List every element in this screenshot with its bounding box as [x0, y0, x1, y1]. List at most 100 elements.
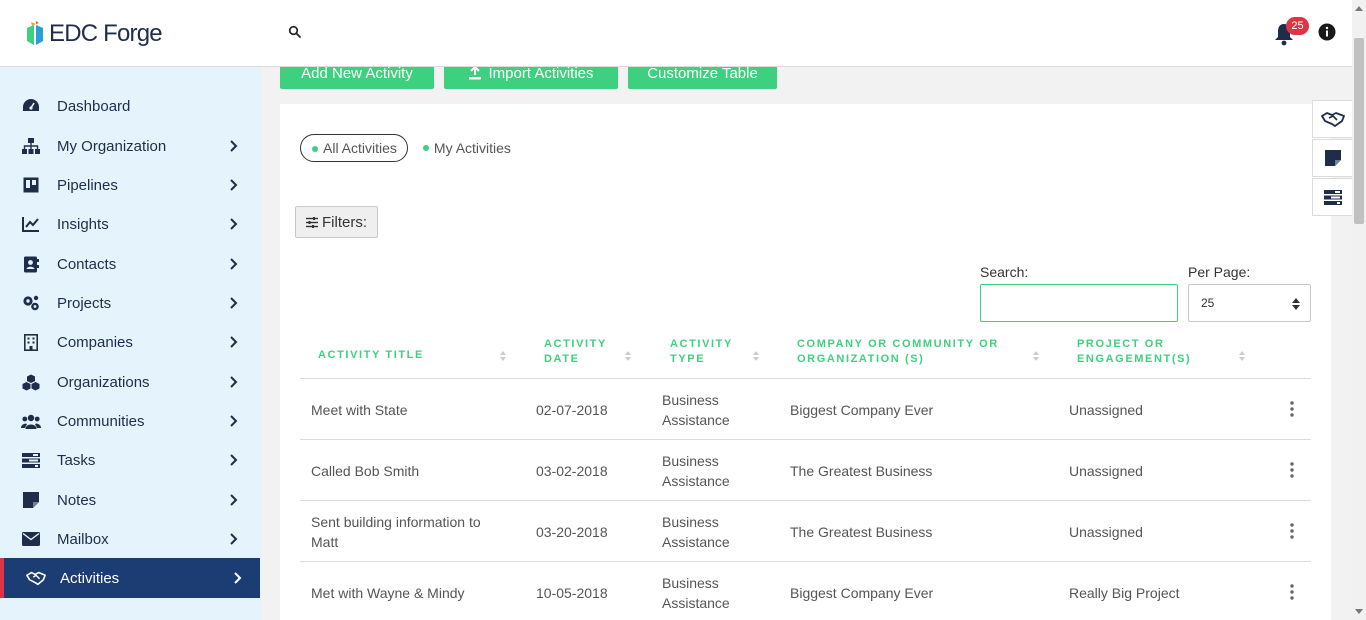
table-row[interactable]: Sent building information to Matt 03-20-… [300, 501, 1311, 562]
row-actions-icon[interactable] [1289, 523, 1295, 539]
activity-date-cell: 10-05-2018 [536, 584, 608, 601]
sidebar-item-pipelines[interactable]: Pipelines [0, 165, 260, 205]
activity-title-cell[interactable]: Sent building information to Matt [311, 501, 511, 562]
project-cell: Unassigned [1069, 523, 1143, 540]
company-cell[interactable]: Biggest Company Ever [790, 562, 933, 620]
sitemap-icon [21, 136, 41, 156]
sidebar-item-label: Notes [57, 491, 97, 509]
activities-table: Activity Title Activity Date Activity Ty… [300, 332, 1311, 620]
sidebar-item-notes[interactable]: Notes [0, 480, 260, 520]
customize-table-button[interactable]: Customize Table [628, 67, 777, 89]
import-activities-button[interactable]: Import Activities [444, 67, 618, 89]
handshake-icon [1320, 112, 1345, 127]
column-header-activity-type[interactable]: Activity Type [670, 337, 740, 367]
customize-table-label: Customize Table [647, 67, 758, 82]
sidebar-item-projects[interactable]: Projects [0, 283, 260, 323]
company-cell[interactable]: The Greatest Business [790, 440, 932, 501]
line-chart-icon [21, 214, 41, 234]
scroll-up-arrow-icon[interactable] [1355, 5, 1363, 11]
sidebar-item-mailbox[interactable]: Mailbox [0, 519, 260, 559]
scroll-down-arrow-icon[interactable] [1355, 609, 1363, 615]
sidebar-nav: Dashboard My Organization Pipelines Insi… [0, 67, 262, 620]
column-header-activity-title[interactable]: Activity Title [318, 348, 424, 363]
sidebar-item-tasks[interactable]: Tasks [0, 440, 260, 480]
table-row[interactable]: Met with Wayne & Mindy 10-05-2018 Busine… [300, 562, 1311, 620]
sidebar-item-insights[interactable]: Insights [0, 204, 260, 244]
company-cell[interactable]: The Greatest Business [790, 501, 932, 562]
app-logo-text: EDC Forge [49, 20, 163, 47]
company-cell[interactable]: Biggest Company Ever [790, 379, 933, 440]
activity-title-cell[interactable]: Meet with State [311, 379, 511, 440]
chevron-right-icon [230, 533, 238, 545]
sort-icon[interactable] [1239, 351, 1245, 361]
sort-icon[interactable] [500, 351, 506, 361]
add-activity-label: Add New Activity [301, 67, 413, 82]
sidebar-item-label: Organizations [57, 373, 150, 391]
notification-count-badge[interactable]: 25 [1286, 17, 1309, 35]
chevron-right-icon [230, 415, 238, 427]
quick-task-button[interactable] [1312, 178, 1352, 216]
sidebar-item-my-organization[interactable]: My Organization [0, 126, 260, 166]
sidebar-item-label: Projects [57, 294, 112, 312]
sort-icon[interactable] [753, 351, 759, 361]
chevron-right-icon [230, 297, 238, 309]
chevron-right-icon [230, 494, 238, 506]
search-icon[interactable] [288, 25, 302, 39]
per-page-label: Per Page: [1188, 264, 1251, 280]
sort-icon[interactable] [625, 351, 631, 361]
sidebar-item-label: Insights [57, 215, 109, 233]
activity-type-cell: Business Assistance [662, 574, 730, 611]
sidebar-item-label: Mailbox [57, 530, 109, 548]
quick-note-button[interactable] [1312, 139, 1352, 177]
table-row[interactable]: Meet with State 02-07-2018 Business Assi… [300, 379, 1311, 440]
table-search-input[interactable] [980, 284, 1178, 322]
add-activity-button[interactable]: Add New Activity [280, 67, 434, 89]
row-actions-icon[interactable] [1289, 584, 1295, 600]
sidebar-item-label: My Organization [57, 137, 167, 155]
column-header-project[interactable]: Project or Engagement(s) [1077, 337, 1217, 367]
project-cell[interactable]: Really Big Project [1069, 562, 1180, 620]
building-icon [21, 332, 41, 352]
page-scrollbar[interactable] [1352, 0, 1366, 620]
chevron-right-icon [230, 376, 238, 388]
row-actions-icon[interactable] [1289, 401, 1295, 417]
sidebar-item-companies[interactable]: Companies [0, 322, 260, 362]
activity-type-cell: Business Assistance [662, 513, 730, 550]
activity-title-cell[interactable]: Called Bob Smith [311, 440, 511, 501]
column-header-company[interactable]: Company or Community or Organization (s) [797, 337, 1029, 367]
scrollbar-thumb[interactable] [1354, 38, 1364, 224]
filters-button[interactable]: Filters: [295, 206, 378, 238]
search-label: Search: [980, 264, 1029, 280]
sidebar-item-communities[interactable]: Communities [0, 401, 260, 441]
table-row[interactable]: Called Bob Smith 03-02-2018 Business Ass… [300, 440, 1311, 501]
activity-title-cell[interactable]: Met with Wayne & Mindy [311, 562, 511, 620]
app-logo[interactable]: EDC Forge [24, 20, 163, 48]
tasks-icon [1323, 189, 1342, 205]
per-page-value: 25 [1201, 296, 1215, 310]
tasks-icon [21, 450, 41, 470]
sidebar-item-label: Contacts [57, 255, 117, 273]
column-header-activity-date[interactable]: Activity Date [544, 337, 614, 367]
table-header: Activity Title Activity Date Activity Ty… [300, 332, 1311, 379]
my-activities-tab[interactable]: My Activities [412, 134, 521, 162]
per-page-select[interactable]: 25 [1188, 284, 1311, 322]
info-icon[interactable] [1318, 23, 1336, 41]
quick-activity-button[interactable] [1312, 100, 1352, 138]
logo-mark-icon [27, 21, 43, 45]
all-activities-tab[interactable]: All Activities [300, 134, 408, 162]
top-header: EDC Forge 25 [0, 0, 1352, 67]
sidebar-item-organizations[interactable]: Organizations [0, 362, 260, 402]
activity-date-cell: 02-07-2018 [536, 401, 608, 418]
sidebar-item-dashboard[interactable]: Dashboard [0, 86, 260, 126]
filters-label: Filters: [322, 213, 367, 231]
envelope-icon [21, 529, 41, 549]
handshake-icon [26, 568, 46, 588]
sort-icon[interactable] [1033, 351, 1039, 361]
chevron-right-icon [230, 179, 238, 191]
dashboard-icon [21, 96, 41, 116]
row-actions-icon[interactable] [1289, 462, 1295, 478]
sidebar-item-contacts[interactable]: Contacts [0, 244, 260, 284]
sidebar-item-activities[interactable]: Activities [0, 558, 260, 598]
board-icon [21, 175, 41, 195]
upload-icon [469, 67, 482, 80]
